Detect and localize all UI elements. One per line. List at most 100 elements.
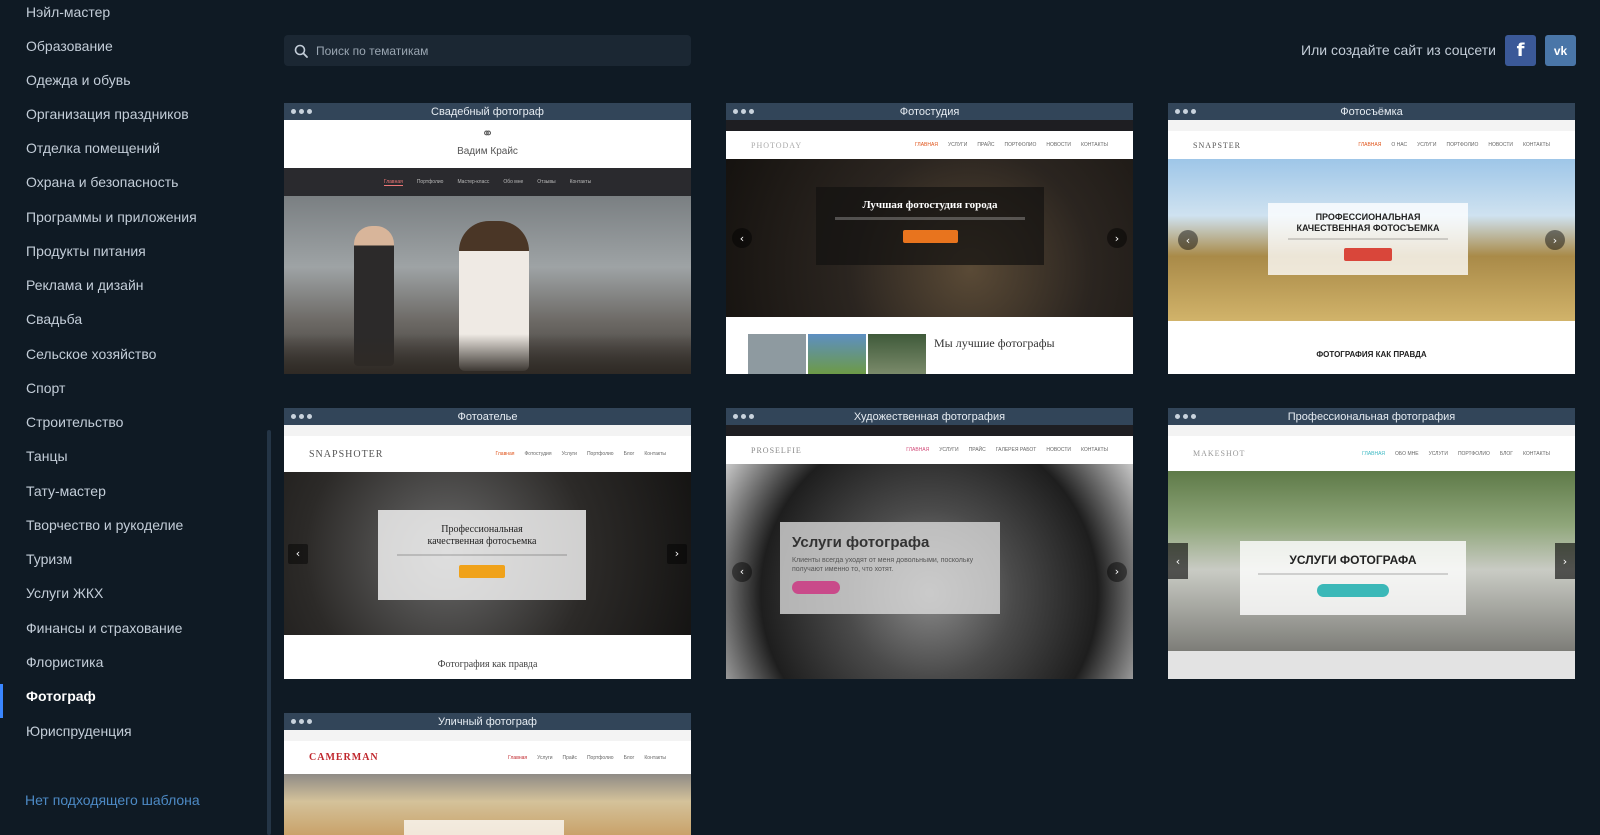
card-header: Художественная фотография — [726, 408, 1133, 425]
template-card[interactable]: Фотосъёмка SNAPSTER ГЛАВНАЯ О НАС УСЛУГИ ПО… — [1168, 103, 1575, 374]
category-item[interactable]: Организация праздников — [26, 106, 189, 122]
next-arrow-icon: › — [1545, 230, 1565, 250]
template-card[interactable]: Свадебный фотограф ⚭ Вадим Крайс Главная… — [284, 103, 691, 374]
category-item[interactable]: Свадьба — [26, 311, 82, 327]
category-item[interactable]: Танцы — [26, 448, 68, 464]
prev-arrow-icon: ‹ — [732, 561, 752, 582]
card-header: Уличный фотограф — [284, 713, 691, 730]
category-sidebar: Нэйл-мастер Образование Одежда и обувь О… — [0, 0, 270, 835]
card-header: Свадебный фотограф — [284, 103, 691, 120]
next-arrow-icon: › — [1107, 228, 1127, 248]
card-title: Уличный фотограф — [438, 715, 537, 728]
preview-nav: PROSELFIE ГЛАВНАЯ УСЛУГИ ПРАЙС ГАЛЕРЕЯ РАБО… — [726, 436, 1133, 464]
vk-button[interactable]: vk — [1545, 35, 1576, 66]
preview-hero-image: Услуги фотографа Клиенты всегда уходят о… — [726, 464, 1133, 679]
category-item[interactable]: Продукты питания — [26, 243, 146, 259]
window-dots-icon — [291, 414, 312, 419]
category-item[interactable]: Одежда и обувь — [26, 72, 131, 88]
category-item[interactable]: Туризм — [26, 551, 72, 567]
category-item[interactable]: Нэйл-мастер — [26, 4, 110, 20]
category-item[interactable]: Образование — [26, 38, 113, 54]
preview-button — [1317, 584, 1389, 597]
search-icon — [294, 44, 308, 58]
template-card[interactable]: Профессиональная фотография MAKESHOT ГЛА… — [1168, 408, 1575, 679]
preview-nav: MAKESHOT ГЛАВНАЯ ОБО МНЕ УСЛУГИ ПОРТФОЛИО БЛ… — [1168, 436, 1575, 471]
prev-arrow-icon: ‹ — [288, 543, 308, 564]
template-preview: SNAPSTER ГЛАВНАЯ О НАС УСЛУГИ ПОРТФОЛИО НОВО… — [1168, 120, 1575, 374]
preview-hero-image: УСЛУГИ ФОТОГРАФА ‹ › — [1168, 471, 1575, 651]
window-dots-icon — [733, 414, 754, 419]
window-dots-icon — [291, 719, 312, 724]
preview-hero-image: Профессиональная качественная фотосъемка… — [284, 472, 691, 635]
preview-section-title: Мы лучшие фотографы — [934, 336, 1055, 350]
card-title: Свадебный фотограф — [431, 105, 544, 118]
social-create-label: Или создайте сайт из соцсети — [1301, 42, 1496, 58]
template-preview: SNAPSHOTER Главная Фотостудия Услуги Портфо… — [284, 425, 691, 679]
category-item[interactable]: Сельское хозяйство — [26, 346, 156, 362]
preview-button — [902, 230, 958, 243]
card-header: Профессиональная фотография — [1168, 408, 1575, 425]
preview-button — [459, 565, 505, 578]
facebook-button[interactable]: f — [1505, 35, 1536, 66]
preview-button — [792, 581, 840, 594]
prev-arrow-icon: ‹ — [732, 228, 752, 248]
prev-arrow-icon: ‹ — [1178, 230, 1198, 250]
card-title: Профессиональная фотография — [1287, 410, 1456, 423]
vk-icon: vk — [1553, 43, 1568, 58]
category-item[interactable]: Программы и приложения — [26, 209, 197, 225]
window-dots-icon — [1175, 414, 1196, 419]
active-category-marker — [0, 684, 3, 718]
card-header: Фотосъёмка — [1168, 103, 1575, 120]
preview-button — [1344, 248, 1392, 261]
template-preview: PHOTODAY ГЛАВНАЯ УСЛУГИ ПРАЙС ПОРТФОЛИО НОВО… — [726, 120, 1133, 374]
next-arrow-icon: › — [667, 543, 687, 564]
card-title: Художественная фотография — [853, 410, 1006, 423]
preview-hero-image: ПРОФЕССИОНАЛЬНАЯ КАЧЕСТВЕННАЯ ФОТОСЪЕМКА… — [1168, 159, 1575, 321]
preview-nav: SNAPSHOTER Главная Фотостудия Услуги Портфо… — [284, 436, 691, 472]
next-arrow-icon: › — [1555, 543, 1575, 579]
category-item[interactable]: Тату-мастер — [26, 483, 106, 499]
template-card[interactable]: Уличный фотограф CAMERMAN Главная Услуги П… — [284, 713, 691, 835]
preview-hero-image — [284, 774, 691, 835]
category-item[interactable]: Строительство — [26, 414, 123, 430]
category-item-active[interactable]: Фотограф — [26, 688, 96, 704]
camera-logo-icon: ⚭ — [481, 126, 494, 142]
category-item[interactable]: Услуги ЖКХ — [26, 585, 103, 601]
preview-site-name: Вадим Крайс — [457, 146, 518, 157]
card-header: Фотостудия — [726, 103, 1133, 120]
template-preview: PROSELFIE ГЛАВНАЯ УСЛУГИ ПРАЙС ГАЛЕРЕЯ РАБО… — [726, 425, 1133, 679]
preview-nav: Главная Портфолио Мастер-класс Обо мне О… — [284, 168, 691, 196]
template-card[interactable]: Художественная фотография PROSELFIE ГЛАВ… — [726, 408, 1133, 679]
preview-section-title: ФОТОГРАФИЯ КАК ПРАВДА — [1316, 350, 1427, 359]
template-preview: MAKESHOT ГЛАВНАЯ ОБО МНЕ УСЛУГИ ПОРТФОЛИО БЛ… — [1168, 425, 1575, 679]
category-item[interactable]: Финансы и страхование — [26, 620, 182, 636]
preview-hero-image — [284, 196, 691, 374]
template-card[interactable]: Фотостудия PHOTODAY ГЛАВНАЯ УСЛУГИ ПРАЙС ПО… — [726, 103, 1133, 374]
template-card[interactable]: Фотоателье SNAPSHOTER Главная Фотостудия У… — [284, 408, 691, 679]
window-dots-icon — [1175, 109, 1196, 114]
category-item[interactable]: Флористика — [26, 654, 103, 670]
window-dots-icon — [733, 109, 754, 114]
category-item[interactable]: Охрана и безопасность — [26, 174, 178, 190]
category-item[interactable]: Юриспруденция — [26, 723, 132, 739]
next-arrow-icon: › — [1107, 561, 1127, 582]
category-item[interactable]: Реклама и дизайн — [26, 277, 144, 293]
card-title: Фотостудия — [899, 105, 960, 118]
search-box — [284, 35, 691, 66]
preview-nav: PHOTODAY ГЛАВНАЯ УСЛУГИ ПРАЙС ПОРТФОЛИО НОВО… — [726, 131, 1133, 159]
window-dots-icon — [291, 109, 312, 114]
preview-hero-image: Лучшая фотостудия города ‹ › — [726, 159, 1133, 317]
template-preview: ⚭ Вадим Крайс Главная Портфолио Мастер-к… — [284, 120, 691, 374]
sidebar-scrollbar-thumb[interactable] — [267, 430, 271, 835]
search-input[interactable] — [316, 43, 676, 58]
card-title: Фотосъёмка — [1340, 105, 1403, 118]
preview-nav: CAMERMAN Главная Услуги Прайс Портфолио Блог… — [284, 741, 691, 774]
template-preview: CAMERMAN Главная Услуги Прайс Портфолио Блог… — [284, 730, 691, 835]
no-template-link[interactable]: Нет подходящего шаблона — [25, 792, 200, 808]
category-item[interactable]: Творчество и рукоделие — [26, 517, 183, 533]
category-item[interactable]: Отделка помещений — [26, 140, 160, 156]
preview-nav: SNAPSTER ГЛАВНАЯ О НАС УСЛУГИ ПОРТФОЛИО НОВО… — [1168, 131, 1575, 159]
category-item[interactable]: Спорт — [26, 380, 65, 396]
preview-section-title: Фотография как правда — [437, 659, 538, 670]
prev-arrow-icon: ‹ — [1168, 543, 1188, 579]
